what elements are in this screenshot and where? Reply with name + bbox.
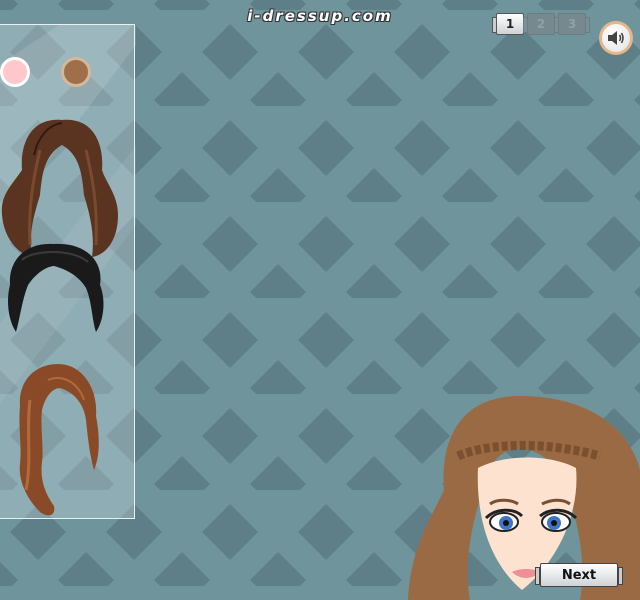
page-tab-3[interactable]: 3 xyxy=(554,13,590,35)
hair-option-wavy-auburn[interactable] xyxy=(8,360,103,520)
next-button[interactable]: Next xyxy=(535,563,623,587)
hair-color-swatch-pink[interactable] xyxy=(0,57,30,87)
page-tab-1[interactable]: 1 xyxy=(492,13,528,35)
right-eye xyxy=(539,508,578,532)
hair-color-swatch-brown[interactable] xyxy=(61,57,91,87)
page-tab-2[interactable]: 2 xyxy=(523,13,559,35)
page-tabs: 1 2 3 xyxy=(492,13,590,35)
hair-option-short-black[interactable] xyxy=(2,240,107,340)
speaker-icon xyxy=(608,31,624,45)
sound-toggle-button[interactable] xyxy=(599,21,633,55)
